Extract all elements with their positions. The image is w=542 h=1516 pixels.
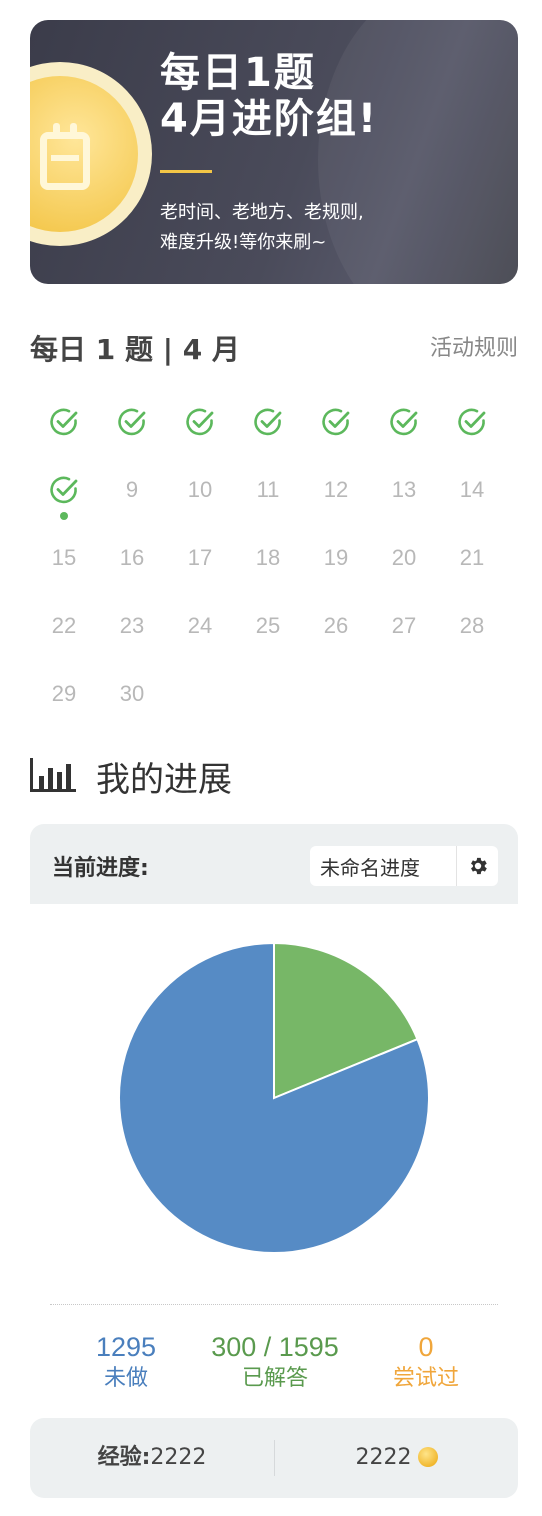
calendar-day[interactable]: 17 [166, 524, 234, 592]
session-name[interactable]: 未命名进度 [310, 852, 456, 881]
today-indicator [60, 512, 68, 520]
calendar-day[interactable]: 12 [302, 456, 370, 524]
check-circle-icon [118, 408, 146, 436]
coins-display: 2222 [275, 1418, 518, 1498]
calendar-day[interactable]: 15 [30, 524, 98, 592]
calendar-day[interactable]: 24 [166, 592, 234, 660]
calendar-day[interactable]: 29 [30, 660, 98, 728]
calendar-day[interactable]: 20 [370, 524, 438, 592]
activity-rules-link[interactable]: 活动规则 [430, 330, 518, 362]
calendar-day[interactable]: 11 [234, 456, 302, 524]
calendar-coin-icon [30, 62, 152, 246]
coins-value: 2222 [355, 1445, 412, 1470]
progress-pie-chart [118, 941, 430, 1254]
stat-todo-label: 未做 [103, 1366, 148, 1391]
bar-chart-icon [30, 758, 76, 792]
banner-sub-line1: 老时间、老地方、老规则, [160, 202, 364, 223]
stat-attempted[interactable]: 0 尝试过 [376, 1330, 476, 1394]
stat-attempted-label: 尝试过 [392, 1366, 459, 1391]
calendar-title: 每日 1 题 | 4 月 [30, 333, 240, 366]
calendar-day[interactable]: 10 [166, 456, 234, 524]
settings-button[interactable] [457, 846, 498, 886]
progress-heading-label: 我的进展 [96, 760, 232, 800]
check-circle-icon [186, 408, 214, 436]
experience-label: 经验: [97, 1445, 151, 1470]
calendar-day[interactable] [166, 388, 234, 456]
calendar-day[interactable]: 21 [438, 524, 506, 592]
check-circle-icon [50, 476, 78, 504]
calendar-day[interactable]: 30 [98, 660, 166, 728]
stat-todo[interactable]: 1295 未做 [76, 1330, 176, 1394]
coin-icon [417, 1447, 438, 1467]
calendar-day[interactable]: 23 [98, 592, 166, 660]
stat-attempted-value: 0 [418, 1332, 434, 1362]
calendar-day[interactable]: 13 [370, 456, 438, 524]
check-circle-icon [322, 408, 350, 436]
calendar-day[interactable]: 18 [234, 524, 302, 592]
calendar-day[interactable]: 26 [302, 592, 370, 660]
stat-solved-label: 已解答 [241, 1366, 308, 1391]
gear-icon [470, 857, 487, 875]
calendar-day[interactable]: 16 [98, 524, 166, 592]
banner-title-line1: 每日1题 [160, 50, 316, 96]
calendar-day[interactable]: 14 [438, 456, 506, 524]
banner-title-line2: 4月进阶组! [160, 96, 379, 142]
calendar-day[interactable] [234, 388, 302, 456]
calendar-day[interactable]: 9 [98, 456, 166, 524]
stat-solved[interactable]: 300 / 1595 已解答 [190, 1330, 360, 1394]
current-progress-bar: 当前进度: 未命名进度 [30, 824, 518, 904]
calendar-day[interactable] [438, 388, 506, 456]
check-circle-icon [458, 408, 486, 436]
banner-divider [160, 170, 212, 173]
check-circle-icon [50, 408, 78, 436]
calendar-day[interactable] [370, 388, 438, 456]
rewards-bar: 经验:2222 2222 [30, 1418, 518, 1498]
calendar-day[interactable]: 28 [438, 592, 506, 660]
calendar-day[interactable]: 25 [234, 592, 302, 660]
current-progress-label: 当前进度: [52, 856, 149, 881]
banner-subtitle: 老时间、老地方、老规则, 难度升级!等你来刷~ [160, 198, 364, 258]
stat-todo-value: 1295 [95, 1332, 157, 1362]
calendar-day[interactable] [98, 388, 166, 456]
banner-title: 每日1题 4月进阶组! [160, 50, 378, 142]
experience-value: 2222 [150, 1445, 207, 1470]
experience-display: 经验:2222 [30, 1418, 274, 1498]
stat-solved-value: 300 / 1595 [211, 1332, 339, 1362]
progress-session-selector[interactable]: 未命名进度 [310, 846, 498, 886]
calendar-header: 每日 1 题 | 4 月 活动规则 [30, 328, 518, 368]
check-circle-icon [254, 408, 282, 436]
calendar-day[interactable] [302, 388, 370, 456]
event-banner[interactable]: 每日1题 4月进阶组! 老时间、老地方、老规则, 难度升级!等你来刷~ [30, 20, 518, 284]
progress-stats: 1295 未做 300 / 1595 已解答 0 尝试过 [30, 1330, 518, 1400]
calendar-day[interactable]: 27 [370, 592, 438, 660]
calendar-day[interactable] [30, 456, 98, 524]
stats-divider [50, 1304, 498, 1305]
calendar-day[interactable] [30, 388, 98, 456]
calendar-day[interactable]: 19 [302, 524, 370, 592]
calendar-day[interactable]: 22 [30, 592, 98, 660]
check-circle-icon [390, 408, 418, 436]
banner-sub-line2: 难度升级!等你来刷~ [160, 232, 327, 253]
